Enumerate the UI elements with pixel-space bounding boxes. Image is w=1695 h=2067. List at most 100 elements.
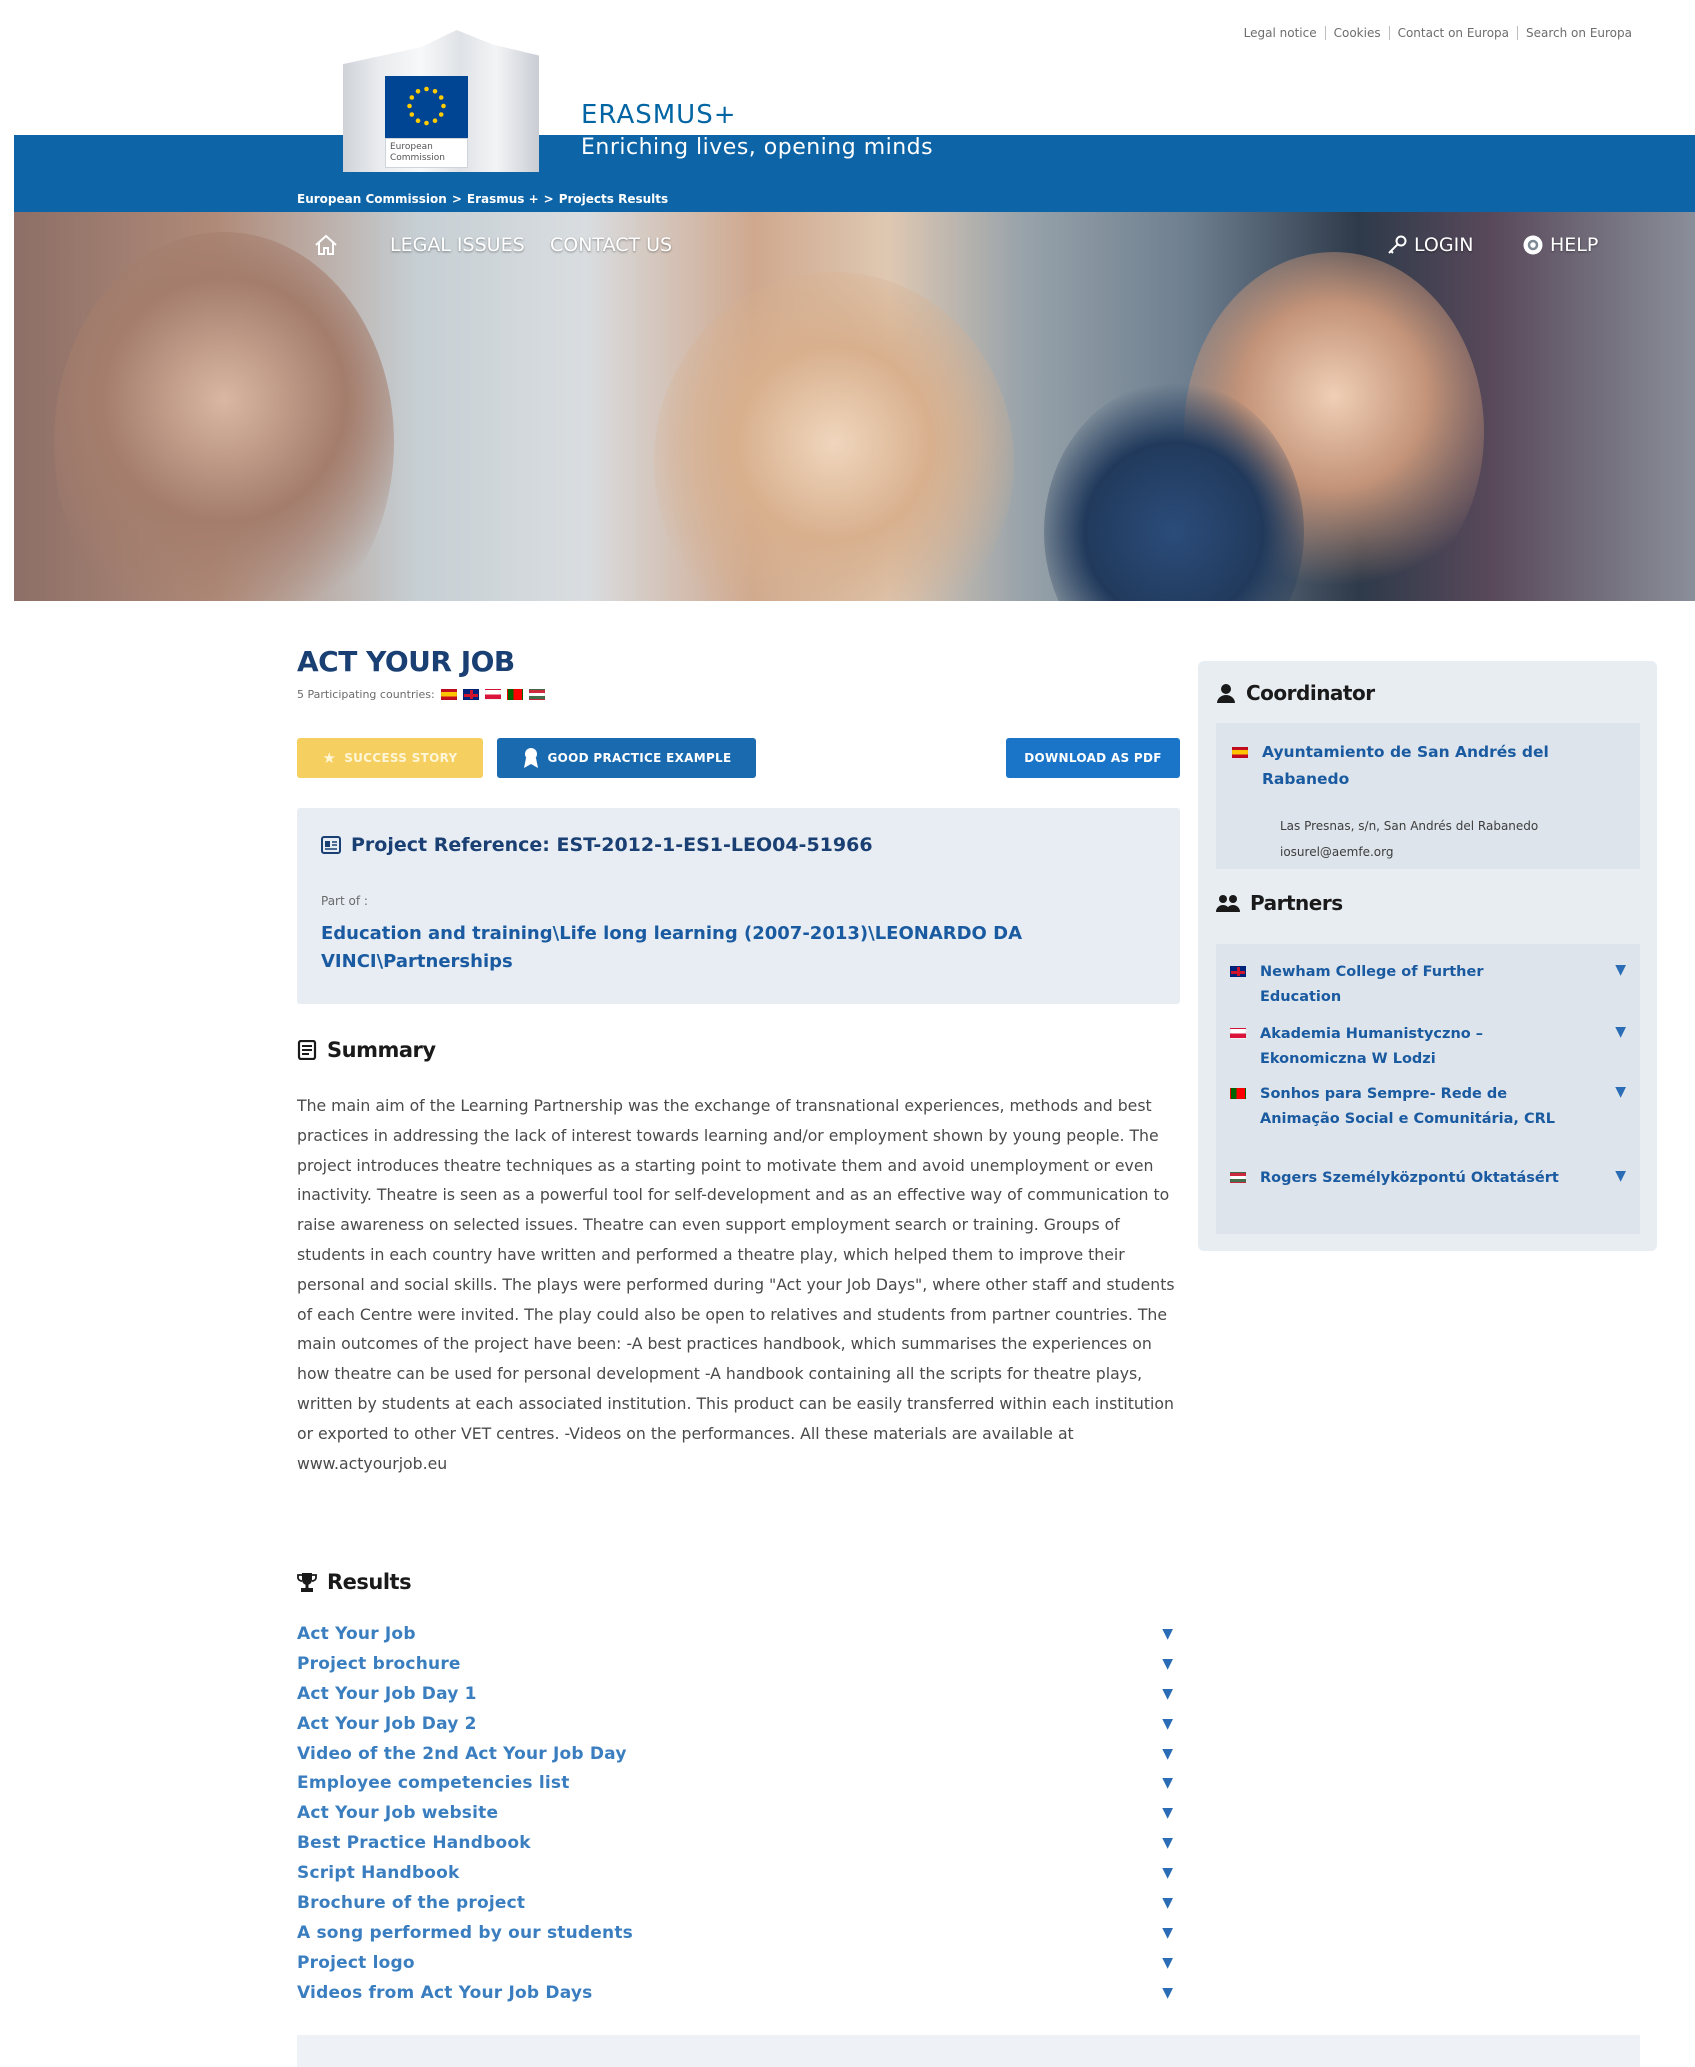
expand-arrow-icon[interactable]: ▼ — [1162, 1686, 1173, 1702]
success-story-label: Success story — [344, 751, 458, 765]
coordinator-org: Ayuntamiento de San Andrés del Rabanedo — [1232, 739, 1612, 793]
flag-uk-icon — [1230, 966, 1246, 977]
trophy-icon — [297, 1573, 317, 1592]
result-item[interactable]: Act Your Job website ▼ — [297, 1798, 1173, 1828]
expand-arrow-icon[interactable]: ▼ — [1615, 1024, 1626, 1040]
partner-item[interactable]: Rogers Személyközpontú Oktatásért ▼ — [1230, 1166, 1630, 1191]
summary-title: Summary — [327, 1038, 436, 1062]
result-item[interactable]: Videos from Act Your Job Days ▼ — [297, 1978, 1173, 2008]
success-story-button[interactable]: ★ Success story — [297, 738, 483, 778]
logo-label-line2: Commission — [390, 153, 445, 163]
expand-arrow-icon[interactable]: ▼ — [1615, 1084, 1626, 1100]
expand-arrow-icon[interactable]: ▼ — [1615, 962, 1626, 978]
result-item[interactable]: Script Handbook ▼ — [297, 1858, 1173, 1888]
nav-home[interactable] — [314, 234, 338, 256]
cookies-link[interactable]: Cookies — [1324, 26, 1389, 40]
partner-name-link[interactable]: Akademia Humanistyczno – Ekonomiczna W L… — [1260, 1022, 1560, 1071]
expand-arrow-icon[interactable]: ▼ — [1615, 1168, 1626, 1184]
contact-europa-link[interactable]: Contact on Europa — [1388, 26, 1517, 40]
result-label[interactable]: Project brochure — [297, 1654, 461, 1674]
expand-arrow-icon[interactable]: ▼ — [1162, 1716, 1173, 1732]
result-label[interactable]: Best Practice Handbook — [297, 1833, 531, 1853]
eu-flag-icon — [385, 76, 468, 138]
nav-help[interactable]: HELP — [1522, 234, 1598, 256]
footer-panel — [297, 2035, 1640, 2067]
flag-spain-icon — [1232, 747, 1248, 758]
result-label[interactable]: Act Your Job website — [297, 1803, 498, 1823]
partner-item[interactable]: Sonhos para Sempre- Rede de Animação Soc… — [1230, 1082, 1630, 1131]
partners-title: Partners — [1250, 891, 1343, 915]
result-item[interactable]: Brochure of the project ▼ — [297, 1888, 1173, 1918]
ribbon-icon — [523, 748, 538, 768]
result-item[interactable]: A song performed by our students ▼ — [297, 1918, 1173, 1948]
result-item[interactable]: Video of the 2nd Act Your Job Day ▼ — [297, 1739, 1173, 1769]
flag-poland-icon — [1230, 1028, 1246, 1039]
part-of-path-link[interactable]: Education and training\Life long learnin… — [321, 920, 1101, 976]
expand-arrow-icon[interactable]: ▼ — [1162, 1835, 1173, 1851]
results-list: Act Your Job ▼ Project brochure ▼ Act Your… — [297, 1619, 1173, 2008]
nav-contact-us[interactable]: CONTACT US — [550, 234, 672, 256]
expand-arrow-icon[interactable]: ▼ — [1162, 1955, 1173, 1971]
star-icon: ★ — [322, 749, 337, 767]
result-item[interactable]: Best Practice Handbook ▼ — [297, 1828, 1173, 1858]
result-label[interactable]: Act Your Job Day 1 — [297, 1684, 477, 1704]
breadcrumb-erasmus[interactable]: Erasmus + — [467, 192, 539, 206]
result-item[interactable]: Project logo ▼ — [297, 1948, 1173, 1978]
project-reference: Project Reference: EST-2012-1-ES1-LEO04-… — [321, 834, 873, 856]
partner-item[interactable]: Newham College of Further Education ▼ — [1230, 960, 1630, 1009]
project-reference-box: Project Reference: EST-2012-1-ES1-LEO04-… — [297, 808, 1180, 1004]
legal-notice-link[interactable]: Legal notice — [1236, 26, 1325, 40]
result-item[interactable]: Act Your Job Day 1 ▼ — [297, 1679, 1173, 1709]
expand-arrow-icon[interactable]: ▼ — [1162, 1865, 1173, 1881]
help-icon — [1523, 235, 1543, 255]
expand-arrow-icon[interactable]: ▼ — [1162, 1925, 1173, 1941]
coordinator-name-link[interactable]: Ayuntamiento de San Andrés del Rabanedo — [1262, 739, 1612, 793]
main-navigation: LEGAL ISSUES CONTACT US LOGIN HELP — [14, 212, 1695, 282]
european-commission-logo[interactable]: European Commission — [343, 30, 539, 172]
login-label: LOGIN — [1414, 234, 1474, 256]
coordinator-email[interactable]: iosurel@aemfe.org — [1280, 839, 1538, 865]
breadcrumb-european-commission[interactable]: European Commission — [297, 192, 447, 206]
partner-name-link[interactable]: Rogers Személyközpontú Oktatásért — [1260, 1166, 1560, 1191]
result-label[interactable]: Act Your Job — [297, 1624, 416, 1644]
result-item[interactable]: Act Your Job ▼ — [297, 1619, 1173, 1649]
expand-arrow-icon[interactable]: ▼ — [1162, 1895, 1173, 1911]
result-label[interactable]: Employee competencies list — [297, 1773, 570, 1793]
result-label[interactable]: Act Your Job Day 2 — [297, 1714, 477, 1734]
partners-box: Newham College of Further Education ▼ Ak… — [1216, 944, 1640, 1234]
key-icon — [1388, 235, 1407, 254]
partner-name-link[interactable]: Sonhos para Sempre- Rede de Animação Soc… — [1260, 1082, 1560, 1131]
result-label[interactable]: A song performed by our students — [297, 1923, 633, 1943]
breadcrumb: European Commission > Erasmus + > Projec… — [297, 192, 668, 206]
expand-arrow-icon[interactable]: ▼ — [1162, 1746, 1173, 1762]
flag-uk-icon — [462, 689, 479, 700]
result-label[interactable]: Video of the 2nd Act Your Job Day — [297, 1744, 627, 1764]
nav-login[interactable]: LOGIN — [1386, 234, 1473, 256]
result-label[interactable]: Script Handbook — [297, 1863, 460, 1883]
result-label[interactable]: Brochure of the project — [297, 1893, 525, 1913]
expand-arrow-icon[interactable]: ▼ — [1162, 1656, 1173, 1672]
results-title: Results — [327, 1570, 412, 1594]
result-label[interactable]: Project logo — [297, 1953, 415, 1973]
expand-arrow-icon[interactable]: ▼ — [1162, 1985, 1173, 2001]
site-title[interactable]: ERASMUS+ — [581, 100, 736, 130]
search-europa-link[interactable]: Search on Europa — [1517, 26, 1640, 40]
result-item[interactable]: Project brochure ▼ — [297, 1649, 1173, 1679]
expand-arrow-icon[interactable]: ▼ — [1162, 1626, 1173, 1642]
coordinator-heading: Coordinator — [1216, 681, 1375, 705]
flag-spain-icon — [440, 689, 457, 700]
result-label[interactable]: Videos from Act Your Job Days — [297, 1983, 592, 2003]
expand-arrow-icon[interactable]: ▼ — [1162, 1775, 1173, 1791]
breadcrumb-projects-results[interactable]: Projects Results — [559, 192, 668, 206]
result-item[interactable]: Act Your Job Day 2 ▼ — [297, 1709, 1173, 1739]
result-item[interactable]: Employee competencies list ▼ — [297, 1768, 1173, 1798]
good-practice-button[interactable]: Good practice example — [497, 738, 756, 778]
help-label: HELP — [1550, 234, 1599, 256]
expand-arrow-icon[interactable]: ▼ — [1162, 1805, 1173, 1821]
partner-item[interactable]: Akademia Humanistyczno – Ekonomiczna W L… — [1230, 1022, 1630, 1071]
sidebar: Coordinator Ayuntamiento de San Andrés d… — [1198, 661, 1657, 1251]
partner-name-link[interactable]: Newham College of Further Education — [1260, 960, 1560, 1009]
nav-legal-issues[interactable]: LEGAL ISSUES — [390, 234, 525, 256]
download-pdf-button[interactable]: Download as PDF — [1006, 738, 1180, 778]
site-tagline: Enriching lives, opening minds — [581, 135, 934, 160]
